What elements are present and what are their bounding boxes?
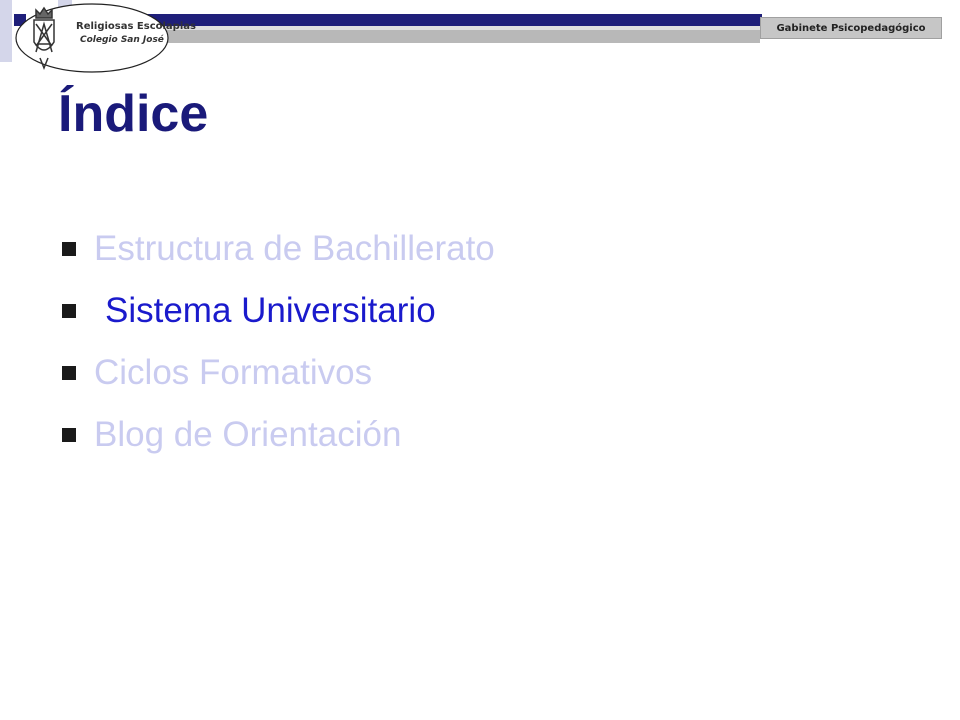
list-item: Sistema Universitario <box>62 280 495 342</box>
logo-text-line1: Religiosas Escolapias <box>76 21 196 32</box>
department-label: Gabinete Psicopedagógico <box>760 17 942 39</box>
bullet-square-icon <box>62 304 76 318</box>
list-item-label: Blog de Orientación <box>94 415 402 454</box>
bullet-square-icon <box>62 428 76 442</box>
index-list: Estructura de Bachillerato Sistema Unive… <box>62 218 495 466</box>
bullet-square-icon <box>62 366 76 380</box>
list-item: Estructura de Bachillerato <box>62 218 495 280</box>
slide: Religiosas Escolapias Colegio San José G… <box>0 0 960 720</box>
school-logo: Religiosas Escolapias Colegio San José <box>14 2 196 74</box>
logo-text-line2: Colegio San José <box>80 35 164 45</box>
header-decoration <box>0 0 12 62</box>
bullet-square-icon <box>62 242 76 256</box>
list-item-label: Sistema Universitario <box>105 291 436 330</box>
list-item-label: Estructura de Bachillerato <box>94 229 495 268</box>
slide-title: Índice <box>58 85 209 143</box>
list-item: Ciclos Formativos <box>62 342 495 404</box>
header-bar-shadow <box>160 30 760 43</box>
list-item-label: Ciclos Formativos <box>94 353 373 392</box>
list-item: Blog de Orientación <box>62 404 495 466</box>
